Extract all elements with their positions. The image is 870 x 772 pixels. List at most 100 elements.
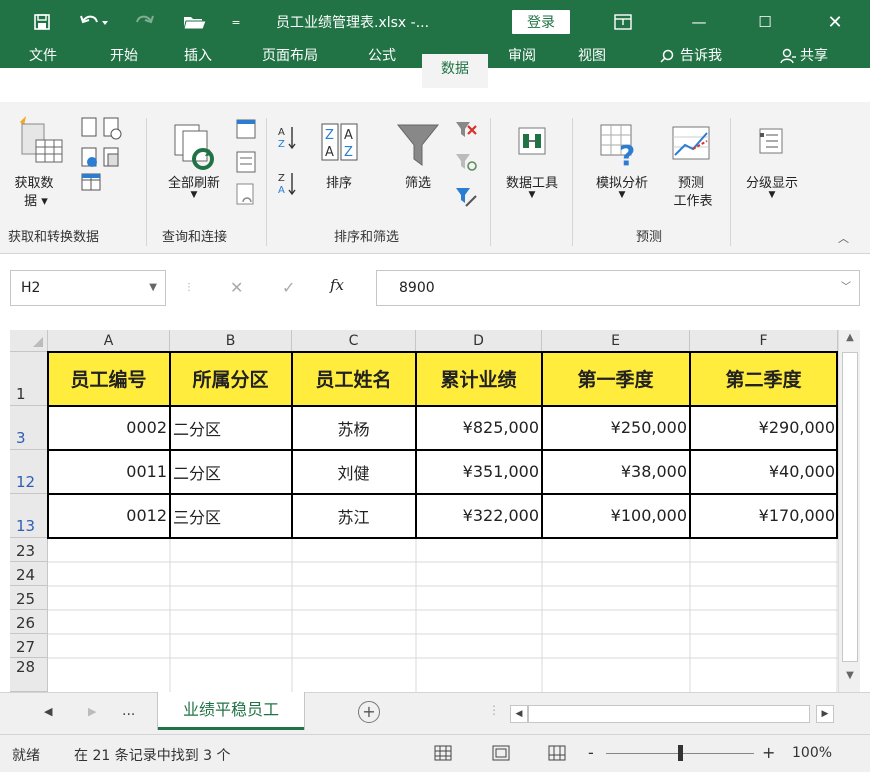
data-tools-icon[interactable] (514, 122, 550, 162)
previous-sheet-icon[interactable]: ◀ (44, 705, 52, 718)
insert-function-icon[interactable]: fx (330, 276, 344, 294)
cell-f12[interactable]: ¥40,000 (690, 450, 838, 494)
what-if-analysis-icon[interactable]: ? (596, 120, 644, 170)
column-header-a[interactable]: A (48, 330, 170, 352)
cell-a12[interactable]: 0011 (48, 450, 170, 494)
close-button[interactable]: ✕ (820, 10, 850, 34)
row-header-23[interactable]: 23 (10, 538, 48, 562)
refresh-all-dropdown-icon[interactable]: ▼ (186, 190, 202, 200)
refresh-all-label[interactable]: 全部刷新 (156, 172, 232, 191)
tab-review[interactable]: 审阅 (496, 44, 548, 68)
cell-e13[interactable]: ¥100,000 (542, 494, 690, 538)
formula-bar-grip-icon[interactable]: ⋮ (184, 282, 194, 293)
get-data-label-1[interactable]: 获取数 (12, 172, 56, 191)
zoom-level[interactable]: 100% (792, 745, 832, 761)
cancel-entry-icon[interactable]: ✕ (230, 278, 243, 297)
next-sheet-icon[interactable]: ▶ (88, 705, 96, 718)
forecast-sheet-icon[interactable] (668, 120, 716, 170)
customize-qat-icon[interactable]: = (228, 10, 244, 34)
what-if-label[interactable]: 模拟分析 (584, 172, 660, 191)
expand-formula-bar-icon[interactable]: ﹀ (841, 271, 851, 305)
filter-label[interactable]: 筛选 (394, 172, 442, 191)
name-box[interactable]: H2 ▼ (10, 270, 166, 306)
page-layout-view-icon[interactable] (490, 743, 512, 763)
zoom-slider-thumb[interactable] (678, 745, 683, 761)
add-sheet-button[interactable]: + (358, 701, 380, 723)
header-cell-employee-name[interactable]: 员工姓名 (292, 352, 416, 406)
header-cell-employee-id[interactable]: 员工编号 (48, 352, 170, 406)
sort-label[interactable]: 排序 (316, 172, 362, 191)
row-header-13[interactable]: 13 (10, 494, 48, 538)
queries-small-icons[interactable] (232, 118, 260, 218)
cell-a13[interactable]: 0012 (48, 494, 170, 538)
tab-split-handle[interactable]: ⋮ (488, 703, 500, 717)
cell-b13[interactable]: 三分区 (170, 494, 292, 538)
tab-formulas[interactable]: 公式 (356, 44, 408, 68)
chevron-down-icon[interactable]: ▼ (149, 271, 157, 305)
empty-cells-grid[interactable] (48, 538, 838, 692)
share-button[interactable]: 共享 (766, 44, 842, 68)
header-cell-q1[interactable]: 第一季度 (542, 352, 690, 406)
outline-icon[interactable] (754, 122, 788, 162)
scroll-up-icon[interactable]: ▲ (839, 332, 861, 350)
formula-input[interactable]: 8900 ﹀ (376, 270, 860, 306)
scroll-down-icon[interactable]: ▼ (839, 670, 861, 688)
save-icon[interactable] (30, 10, 54, 34)
maximize-button[interactable]: ☐ (750, 10, 780, 34)
normal-view-icon[interactable] (432, 743, 454, 763)
sort-icon[interactable]: ZAAZ (318, 120, 362, 170)
column-header-d[interactable]: D (416, 330, 542, 352)
page-break-view-icon[interactable] (546, 743, 568, 763)
get-data-label-2[interactable]: 据 ▾ (16, 190, 56, 209)
cell-a3[interactable]: 0002 (48, 406, 170, 450)
vertical-scrollbar[interactable]: ▲ ▼ (838, 330, 860, 692)
row-header-3[interactable]: 3 (10, 406, 48, 450)
data-tools-label[interactable]: 数据工具 (494, 172, 570, 191)
vertical-scroll-thumb[interactable] (842, 352, 858, 662)
zoom-out-button[interactable]: - (588, 743, 594, 762)
data-tools-dropdown-icon[interactable]: ▼ (524, 190, 540, 200)
filter-icon[interactable] (394, 120, 442, 170)
row-header-24[interactable]: 24 (10, 562, 48, 586)
column-header-c[interactable]: C (292, 330, 416, 352)
row-header-27[interactable]: 27 (10, 634, 48, 658)
ribbon-display-options-icon[interactable] (610, 10, 636, 34)
column-header-e[interactable]: E (542, 330, 690, 352)
tab-home[interactable]: 开始 (98, 44, 150, 68)
cell-c13[interactable]: 苏江 (292, 494, 416, 538)
column-header-f[interactable]: F (690, 330, 838, 352)
zoom-in-button[interactable]: + (762, 743, 775, 762)
open-folder-icon[interactable] (180, 10, 210, 34)
sort-descending-icon[interactable]: ZA (276, 170, 298, 196)
get-data-small-icons[interactable] (78, 114, 132, 206)
login-button[interactable]: 登录 (512, 10, 570, 34)
get-data-icon[interactable] (14, 114, 66, 170)
confirm-entry-icon[interactable]: ✓ (282, 278, 295, 297)
sort-ascending-icon[interactable]: AZ (276, 124, 298, 150)
cell-f13[interactable]: ¥170,000 (690, 494, 838, 538)
cell-f3[interactable]: ¥290,000 (690, 406, 838, 450)
tab-page-layout[interactable]: 页面布局 (248, 44, 332, 68)
cell-c12[interactable]: 刘健 (292, 450, 416, 494)
collapse-ribbon-icon[interactable]: ︿ (838, 230, 849, 246)
refresh-all-icon[interactable] (168, 120, 220, 172)
worksheet-grid[interactable]: A B C D E F 1 员工编号 所属分区 员工姓名 累计业绩 第一季度 第… (0, 330, 870, 692)
cell-c3[interactable]: 苏杨 (292, 406, 416, 450)
row-header-25[interactable]: 25 (10, 586, 48, 610)
tab-insert[interactable]: 插入 (172, 44, 224, 68)
cell-b3[interactable]: 二分区 (170, 406, 292, 450)
row-header-28[interactable]: 28 (10, 658, 48, 692)
header-cell-q2[interactable]: 第二季度 (690, 352, 838, 406)
header-cell-total-performance[interactable]: 累计业绩 (416, 352, 542, 406)
sheet-tab-active[interactable]: 业绩平稳员工 (158, 692, 304, 730)
row-header-1[interactable]: 1 (10, 352, 48, 406)
cell-e3[interactable]: ¥250,000 (542, 406, 690, 450)
cell-d13[interactable]: ¥322,000 (416, 494, 542, 538)
redo-icon[interactable] (132, 10, 158, 34)
cell-e12[interactable]: ¥38,000 (542, 450, 690, 494)
horizontal-scrollbar[interactable] (528, 705, 810, 723)
column-header-b[interactable]: B (170, 330, 292, 352)
what-if-dropdown-icon[interactable]: ▼ (614, 190, 630, 200)
row-header-26[interactable]: 26 (10, 610, 48, 634)
select-all-corner[interactable] (10, 330, 48, 352)
